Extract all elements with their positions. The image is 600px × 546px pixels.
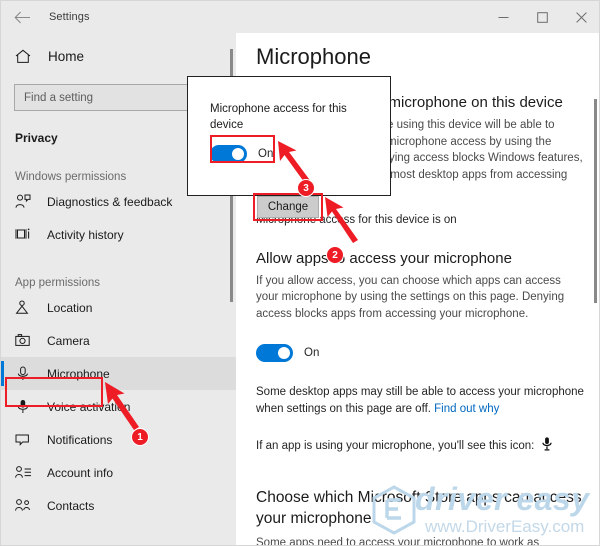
window-controls: [484, 1, 599, 33]
desktop-apps-note-text: Some desktop apps may still be able to a…: [256, 386, 584, 415]
popup-access-toggle[interactable]: On: [210, 145, 390, 163]
sidebar-item-label: Voice activation: [47, 399, 131, 414]
toggle-knob: [278, 347, 290, 359]
contacts-icon: [15, 498, 36, 513]
sidebar-item-label: Camera: [47, 333, 90, 348]
apps-access-toggle[interactable]: On: [256, 344, 599, 362]
step-badge-3: 3: [297, 179, 315, 197]
diagnostics-icon: [15, 194, 36, 209]
toggle-switch[interactable]: [210, 145, 247, 163]
maximize-icon[interactable]: [523, 1, 562, 33]
window-title: Settings: [49, 11, 90, 23]
toggle-state-label: On: [258, 148, 274, 160]
back-arrow-icon[interactable]: [5, 2, 39, 32]
notifications-icon: [15, 432, 36, 447]
activity-history-icon: [15, 227, 36, 242]
toggle-knob: [232, 148, 244, 160]
sidebar-item-notifications[interactable]: Notifications: [1, 423, 236, 456]
camera-icon: [15, 333, 36, 348]
toggle-switch[interactable]: [256, 344, 293, 362]
sidebar-item-activity-history[interactable]: Activity history: [1, 218, 236, 251]
close-icon[interactable]: [562, 1, 599, 33]
minimize-icon[interactable]: [484, 1, 523, 33]
sidebar-item-voice-activation[interactable]: Voice activation: [1, 390, 236, 423]
mic-indicator-note-text: If an app is using your microphone, you'…: [256, 440, 535, 452]
sidebar-item-label: Notifications: [47, 432, 113, 447]
microphone-indicator-icon: [538, 437, 552, 454]
store-section-body: Some apps need to access your microphone…: [256, 536, 540, 546]
microphone-icon: [15, 366, 36, 382]
sidebar-item-microphone[interactable]: Microphone: [1, 357, 236, 390]
sidebar-item-label: Activity history: [47, 227, 124, 242]
sidebar-item-label: Contacts: [47, 498, 95, 513]
sidebar-item-contacts[interactable]: Contacts: [1, 489, 236, 522]
sidebar-item-label: Location: [47, 300, 93, 315]
change-button[interactable]: Change: [257, 196, 319, 218]
account-info-icon: [15, 465, 36, 480]
main-scrollbar[interactable]: [594, 99, 597, 303]
microphone-access-popup: Microphone access for this device On: [187, 76, 391, 196]
sidebar-item-home[interactable]: Home: [1, 41, 236, 71]
step-badge-1: 1: [131, 428, 149, 446]
title-bar-left: Settings: [1, 1, 236, 33]
sidebar-item-label: Microphone: [47, 366, 110, 381]
sidebar-item-account-info[interactable]: Account info: [1, 456, 236, 489]
location-icon: [15, 300, 36, 315]
sidebar-item-label: Diagnostics & feedback: [47, 194, 173, 209]
popup-title: Microphone access for this device: [210, 103, 347, 131]
sidebar-item-camera[interactable]: Camera: [1, 324, 236, 357]
step-badge-2: 2: [326, 246, 344, 264]
toggle-state-label: On: [304, 347, 320, 359]
mic-indicator-note: If an app is using your microphone, you'…: [256, 437, 585, 457]
apps-section-heading: Allow apps to access your microphone: [256, 249, 512, 267]
voice-activation-icon: [15, 399, 36, 415]
home-icon: [15, 49, 37, 64]
search-box[interactable]: [14, 84, 207, 111]
sidebar-group-label-app-permissions: App permissions: [15, 277, 101, 289]
desktop-apps-note: Some desktop apps may still be able to a…: [256, 384, 585, 417]
page-title: Microphone: [256, 44, 371, 69]
search-input[interactable]: [15, 91, 206, 104]
sidebar-item-location[interactable]: Location: [1, 291, 236, 324]
settings-window: Settings Home Privacy: [0, 0, 600, 546]
find-out-why-link[interactable]: Find out why: [434, 403, 499, 415]
store-section-heading: Choose which Microsoft Store apps can ac…: [256, 488, 582, 527]
sidebar-home-label: Home: [48, 48, 85, 64]
sidebar-item-label: Account info: [47, 465, 114, 480]
apps-section-body: If you allow access, you can choose whic…: [256, 274, 565, 320]
title-bar: Settings: [1, 1, 599, 33]
